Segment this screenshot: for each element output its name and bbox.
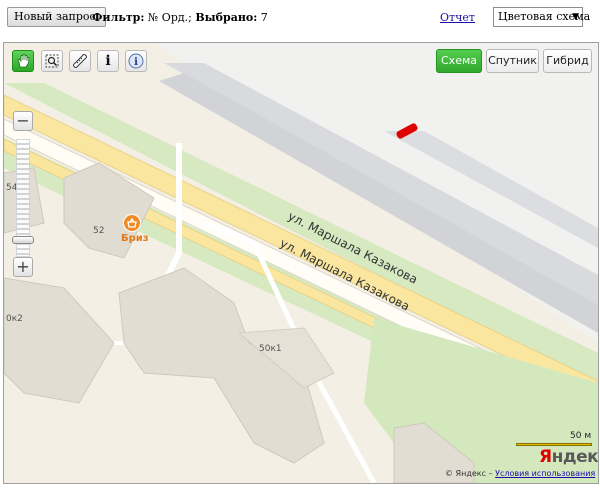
filter-label: Фильтр: xyxy=(92,11,145,24)
terms-link[interactable]: Условия использования xyxy=(495,469,595,478)
map-type-satellite-button[interactable]: Спутник xyxy=(486,49,539,73)
chevron-down-icon: ▼ xyxy=(572,12,579,22)
svg-text:i: i xyxy=(134,57,138,68)
selected-label: Выбрано: xyxy=(195,11,258,24)
color-scheme-select[interactable]: Цветовая схема ▼ xyxy=(493,7,590,27)
scale-bar xyxy=(516,443,592,446)
map-view[interactable]: ул. Маршала Казакова ул. Маршала Казаков… xyxy=(3,42,599,484)
report-link[interactable]: Отчет xyxy=(440,11,475,24)
building-number: 0к2 xyxy=(6,314,23,324)
shopping-basket-icon[interactable] xyxy=(123,214,141,232)
ruler-icon[interactable] xyxy=(69,50,91,72)
filter-value: № Орд.; xyxy=(147,11,192,24)
selected-count: 7 xyxy=(260,11,268,24)
zoom-out-button[interactable]: − xyxy=(13,111,33,131)
map-canvas[interactable] xyxy=(4,43,598,483)
building-number: 50к1 xyxy=(259,344,282,354)
filter-summary: Фильтр: № Орд.; Выбрано: 7 xyxy=(92,11,268,24)
magnifier-icon[interactable] xyxy=(41,50,63,72)
building-number: 52 xyxy=(93,226,105,236)
copyright: © Яндекс – Условия использования xyxy=(445,469,595,478)
poi-label[interactable]: Бриз xyxy=(121,233,149,244)
map-type-scheme-button[interactable]: Схема xyxy=(436,49,482,73)
copyright-text: © Яндекс – xyxy=(445,469,493,478)
map-type-hybrid-button[interactable]: Гибрид xyxy=(543,49,592,73)
yandex-logo[interactable]: Яндекс xyxy=(539,447,599,467)
scale-label: 50 м xyxy=(570,431,592,441)
logo-rest: ндекс xyxy=(551,447,599,467)
top-bar: Новый запрос. Фильтр: № Орд.; Выбрано: 7… xyxy=(0,0,600,34)
zoom-slider-handle[interactable] xyxy=(12,236,34,244)
zoom-in-button[interactable]: + xyxy=(13,257,33,277)
logo-first-letter: Я xyxy=(539,447,552,467)
info-icon[interactable]: i xyxy=(97,50,119,72)
info-circle-icon[interactable]: i xyxy=(125,50,147,72)
hand-icon[interactable] xyxy=(12,50,34,72)
